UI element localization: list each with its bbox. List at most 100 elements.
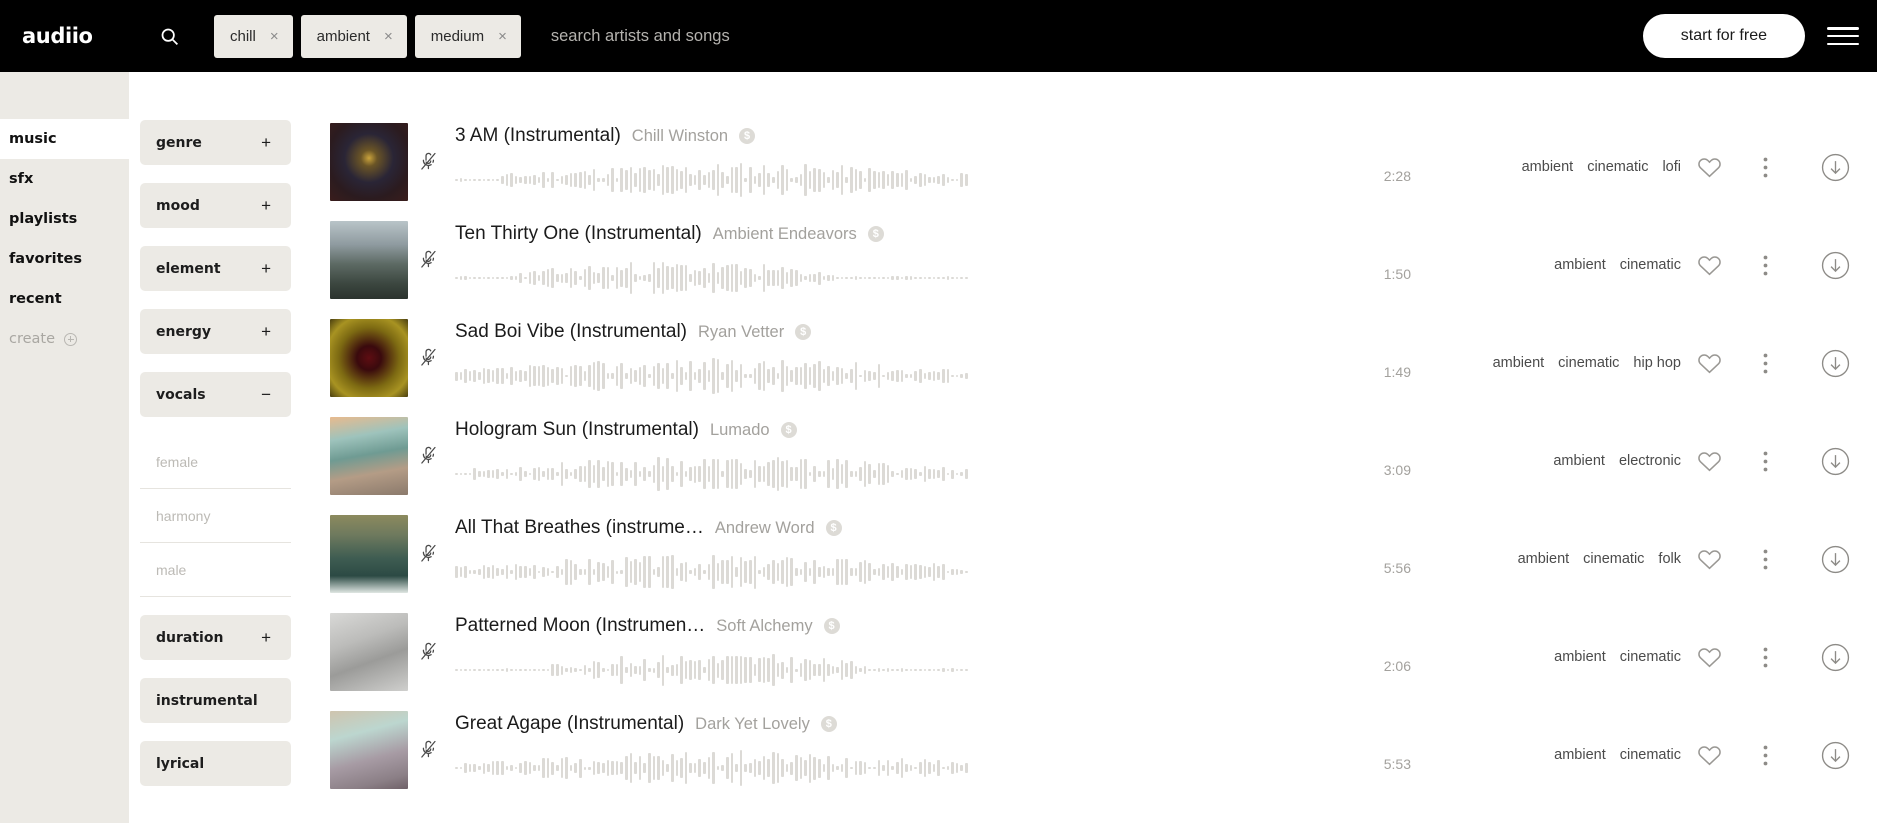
- sidebar-item-sfx[interactable]: sfx: [0, 159, 129, 199]
- track-tag[interactable]: ambient: [1554, 649, 1606, 665]
- filter-chip-label: medium: [430, 27, 485, 45]
- track-artist[interactable]: Ambient Endeavors: [713, 225, 857, 244]
- start-for-free-button[interactable]: start for free: [1642, 14, 1805, 58]
- album-art[interactable]: [330, 711, 408, 789]
- table-row[interactable]: All That Breathes (instrume… Andrew Word $…: [330, 510, 1877, 608]
- track-tag[interactable]: cinematic: [1620, 257, 1681, 273]
- vocals-option-female[interactable]: female: [140, 435, 291, 489]
- track-artist[interactable]: Ryan Vetter: [698, 323, 784, 342]
- filter-panel: genre + mood + element + energy + vocals…: [140, 120, 291, 804]
- search-icon[interactable]: [154, 21, 184, 51]
- price-badge-icon: $: [867, 226, 884, 242]
- album-art[interactable]: [330, 515, 408, 593]
- filter-group-vocals[interactable]: vocals −: [140, 372, 291, 417]
- track-artist[interactable]: Lumado: [710, 421, 770, 440]
- more-options-button[interactable]: [1737, 353, 1793, 374]
- filter-group-duration[interactable]: duration +: [140, 615, 291, 660]
- filter-group-label: lyrical: [156, 755, 205, 772]
- table-row[interactable]: 3 AM (Instrumental) Chill Winston $2:28 amb…: [330, 118, 1877, 216]
- filter-group-element[interactable]: element +: [140, 246, 291, 291]
- filter-lyrical[interactable]: lyrical: [140, 741, 291, 786]
- track-title[interactable]: Hologram Sun (Instrumental): [455, 419, 699, 441]
- track-title[interactable]: Patterned Moon (Instrumen…: [455, 615, 705, 637]
- filter-chip-remove-icon[interactable]: ×: [270, 29, 279, 44]
- filter-chip[interactable]: medium ×: [414, 14, 521, 58]
- track-tag[interactable]: electronic: [1619, 453, 1681, 469]
- table-row[interactable]: Great Agape (Instrumental) Dark Yet Lovel…: [330, 706, 1877, 804]
- track-tag[interactable]: hip hop: [1633, 355, 1681, 371]
- download-button[interactable]: [1793, 153, 1877, 182]
- download-button[interactable]: [1793, 545, 1877, 574]
- sidebar-item-music[interactable]: music: [0, 119, 129, 159]
- filter-group-mood[interactable]: mood +: [140, 183, 291, 228]
- sidebar-item-recent[interactable]: recent: [0, 279, 129, 319]
- track-title[interactable]: All That Breathes (instrume…: [455, 517, 704, 539]
- sidebar-item-favorites[interactable]: favorites: [0, 239, 129, 279]
- track-tag[interactable]: folk: [1658, 551, 1681, 567]
- track-tag[interactable]: cinematic: [1620, 747, 1681, 763]
- favorite-button[interactable]: [1681, 254, 1737, 277]
- filter-chip-remove-icon[interactable]: ×: [384, 29, 393, 44]
- hamburger-menu-icon[interactable]: [1827, 23, 1859, 49]
- sidebar-item-playlists[interactable]: playlists: [0, 199, 129, 239]
- album-art[interactable]: [330, 319, 408, 397]
- vocals-option-harmony[interactable]: harmony: [140, 489, 291, 543]
- filter-group-genre[interactable]: genre +: [140, 120, 291, 165]
- album-art[interactable]: [330, 417, 408, 495]
- track-tag[interactable]: ambient: [1554, 747, 1606, 763]
- track-title[interactable]: 3 AM (Instrumental): [455, 125, 621, 147]
- sidebar-item-label: playlists: [9, 211, 78, 227]
- album-art[interactable]: [330, 613, 408, 691]
- track-artist[interactable]: Chill Winston: [632, 127, 728, 146]
- track-tag[interactable]: cinematic: [1583, 551, 1644, 567]
- table-row[interactable]: Ten Thirty One (Instrumental) Ambient End…: [330, 216, 1877, 314]
- download-button[interactable]: [1793, 643, 1877, 672]
- favorite-button[interactable]: [1681, 352, 1737, 375]
- track-tag[interactable]: cinematic: [1620, 649, 1681, 665]
- track-title[interactable]: Ten Thirty One (Instrumental): [455, 223, 702, 245]
- download-button[interactable]: [1793, 447, 1877, 476]
- favorite-button[interactable]: [1681, 156, 1737, 179]
- track-tag[interactable]: cinematic: [1587, 159, 1648, 175]
- table-row[interactable]: Hologram Sun (Instrumental) Lumado $3:09 am…: [330, 412, 1877, 510]
- filter-group-energy[interactable]: energy +: [140, 309, 291, 354]
- track-duration: 2:06: [1383, 658, 1411, 674]
- track-artist[interactable]: Soft Alchemy: [716, 617, 812, 636]
- more-options-button[interactable]: [1737, 549, 1793, 570]
- favorite-button[interactable]: [1681, 450, 1737, 473]
- track-tag[interactable]: ambient: [1553, 453, 1605, 469]
- track-tag[interactable]: ambient: [1554, 257, 1606, 273]
- track-tag[interactable]: ambient: [1518, 551, 1570, 567]
- search-input[interactable]: [550, 16, 1643, 56]
- favorite-button[interactable]: [1681, 646, 1737, 669]
- album-art[interactable]: [330, 123, 408, 201]
- track-tag[interactable]: ambient: [1522, 159, 1574, 175]
- more-options-button[interactable]: [1737, 647, 1793, 668]
- table-row[interactable]: Sad Boi Vibe (Instrumental) Ryan Vetter $1…: [330, 314, 1877, 412]
- track-title[interactable]: Sad Boi Vibe (Instrumental): [455, 321, 687, 343]
- filter-instrumental[interactable]: instrumental: [140, 678, 291, 723]
- download-button[interactable]: [1793, 349, 1877, 378]
- sidebar-item-create[interactable]: create: [0, 319, 129, 359]
- track-artist[interactable]: Dark Yet Lovely: [695, 715, 810, 734]
- track-artist[interactable]: Andrew Word: [715, 519, 815, 538]
- favorite-button[interactable]: [1681, 548, 1737, 571]
- track-tag[interactable]: cinematic: [1558, 355, 1619, 371]
- table-row[interactable]: Patterned Moon (Instrumen… Soft Alchemy $2…: [330, 608, 1877, 706]
- track-title[interactable]: Great Agape (Instrumental): [455, 713, 684, 735]
- download-button[interactable]: [1793, 251, 1877, 280]
- more-options-button[interactable]: [1737, 745, 1793, 766]
- track-tag[interactable]: lofi: [1662, 159, 1681, 175]
- filter-chip[interactable]: ambient ×: [300, 14, 407, 58]
- filter-chip[interactable]: chill ×: [214, 14, 293, 58]
- download-button[interactable]: [1793, 741, 1877, 770]
- more-options-button[interactable]: [1737, 157, 1793, 178]
- album-art[interactable]: [330, 221, 408, 299]
- more-options-button[interactable]: [1737, 255, 1793, 276]
- favorite-button[interactable]: [1681, 744, 1737, 767]
- more-options-button[interactable]: [1737, 451, 1793, 472]
- filter-chip-remove-icon[interactable]: ×: [498, 29, 507, 44]
- track-tag[interactable]: ambient: [1493, 355, 1545, 371]
- brand-logo[interactable]: audiio: [22, 24, 104, 48]
- vocals-option-male[interactable]: male: [140, 543, 291, 597]
